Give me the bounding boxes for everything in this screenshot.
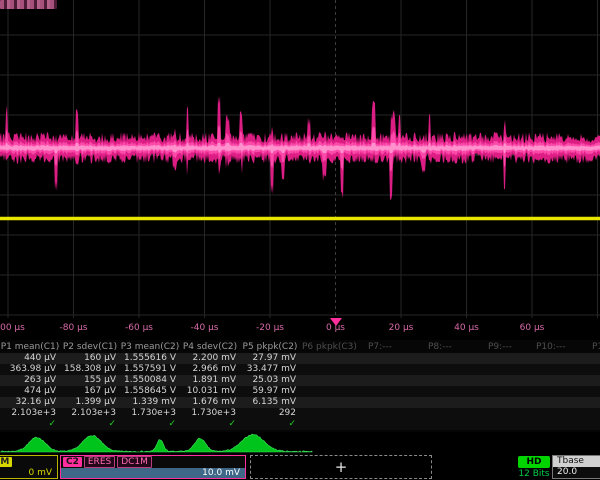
table-cell: 1.730e+3: [120, 408, 180, 419]
table-cell: 32.16 µV: [0, 397, 60, 408]
table-cell: 263 µV: [0, 375, 60, 386]
table-cell: 25.03 mV: [240, 375, 300, 386]
param-header-active[interactable]: P4 sdev(C2): [180, 342, 240, 352]
c1-coupling-badge: DC1M: [0, 457, 12, 467]
table-cell: 2.103e+3: [0, 408, 60, 419]
time-axis-label: -100 µs: [0, 323, 25, 333]
time-axis: -100 µs-80 µs-60 µs-40 µs-20 µs0 µs20 µs…: [0, 318, 600, 340]
table-cell: 1.557591 V: [120, 364, 180, 375]
table-cell: 440 µV: [0, 353, 60, 364]
c2-mode-badge: ERES: [84, 456, 115, 468]
descriptor-bar: DC1M 0 mV C2 ERESDC1M 10.0 mV + HD 12 Bi…: [0, 455, 600, 480]
channel-c1-descriptor[interactable]: DC1M 0 mV: [0, 455, 58, 479]
table-cell: 1.676 mV: [180, 397, 240, 408]
table-cell: 10.031 mV: [180, 386, 240, 397]
timebase-value: 20.0: [553, 467, 600, 478]
status-check-icon: ✓: [120, 419, 180, 430]
table-cell: 1.399 µV: [60, 397, 120, 408]
param-header-inactive[interactable]: P1: [592, 342, 600, 352]
table-row: 32.16 µV1.399 µV1.339 mV1.676 mV6.135 mV: [0, 397, 600, 408]
top-left-badge: [0, 0, 57, 9]
table-cell: 2.103e+3: [60, 408, 120, 419]
table-cell: 363.98 µV: [0, 364, 60, 375]
plus-icon: +: [335, 458, 348, 476]
table-cell: 1.339 mV: [120, 397, 180, 408]
table-cell: 167 µV: [60, 386, 120, 397]
time-axis-label: 20 µs: [389, 323, 414, 333]
table-cell: 474 µV: [0, 386, 60, 397]
time-axis-label: 40 µs: [454, 323, 479, 333]
trend-trace-area: [0, 432, 600, 455]
table-cell: 1.558645 V: [120, 386, 180, 397]
add-trace-button[interactable]: +: [250, 455, 432, 479]
time-axis-label: 60 µs: [520, 323, 545, 333]
param-header-active[interactable]: P1 mean(C1): [0, 342, 60, 352]
c1-scale-value: 0 mV: [0, 468, 57, 478]
table-cell: 1.891 mV: [180, 375, 240, 386]
measurement-table: P1 mean(C1)P2 sdev(C1)P3 mean(C2)P4 sdev…: [0, 340, 600, 432]
table-cell: 292: [240, 408, 300, 419]
channel-c2-descriptor[interactable]: C2 ERESDC1M 10.0 mV: [60, 455, 246, 479]
oscilloscope-screen: -100 µs-80 µs-60 µs-40 µs-20 µs0 µs20 µs…: [0, 0, 600, 480]
table-cell: 155 µV: [60, 375, 120, 386]
status-check-icon: ✓: [180, 419, 240, 430]
status-check-icon: ✓: [240, 419, 300, 430]
timebase-descriptor[interactable]: Tbase 20.0: [552, 455, 600, 479]
table-cell: 2.966 mV: [180, 364, 240, 375]
timebase-label: Tbase: [553, 456, 600, 467]
table-cell: 160 µV: [60, 353, 120, 364]
c2-scale-value: 10.0 mV: [61, 468, 245, 478]
param-header-inactive[interactable]: P8:---: [428, 342, 486, 352]
status-row: ✓✓✓✓✓: [0, 419, 600, 430]
table-cell: 1.550084 V: [120, 375, 180, 386]
table-cell: 1.555616 V: [120, 353, 180, 364]
param-header-inactive[interactable]: P7:---: [368, 342, 426, 352]
resolution-bits-label: 12 Bits: [514, 469, 554, 479]
table-row: 440 µV160 µV1.555616 V2.200 mV27.97 mV: [0, 353, 600, 364]
param-header-active[interactable]: P2 sdev(C1): [60, 342, 120, 352]
waveform-svg: [0, 0, 600, 318]
param-header-inactive[interactable]: P10:---: [536, 342, 594, 352]
c2-mode-badge: DC1M: [117, 456, 152, 468]
table-cell: 27.97 mV: [240, 353, 300, 364]
trend-svg: [0, 432, 600, 455]
table-cell: 33.477 mV: [240, 364, 300, 375]
status-check-icon: ✓: [60, 419, 120, 430]
table-cell: 158.308 µV: [60, 364, 120, 375]
table-row: 2.103e+32.103e+31.730e+31.730e+3292: [0, 408, 600, 419]
time-axis-label: -20 µs: [256, 323, 284, 333]
table-cell: 1.730e+3: [180, 408, 240, 419]
table-row: 363.98 µV158.308 µV1.557591 V2.966 mV33.…: [0, 364, 600, 375]
time-axis-label: -40 µs: [191, 323, 219, 333]
table-row: 474 µV167 µV1.558645 V10.031 mV59.97 mV: [0, 386, 600, 397]
time-axis-label: -80 µs: [60, 323, 88, 333]
trigger-position-marker[interactable]: [330, 318, 342, 326]
table-cell: 6.135 mV: [240, 397, 300, 408]
table-row: 263 µV155 µV1.550084 V1.891 mV25.03 mV: [0, 375, 600, 386]
time-axis-label: -60 µs: [125, 323, 153, 333]
param-header-active[interactable]: P3 mean(C2): [120, 342, 180, 352]
c2-channel-badge: C2: [63, 457, 82, 467]
param-header-inactive[interactable]: P6 pkpk(C3): [302, 342, 360, 352]
table-cell: 2.200 mV: [180, 353, 240, 364]
table-cell: 59.97 mV: [240, 386, 300, 397]
waveform-plot-area[interactable]: [0, 0, 600, 318]
status-check-icon: ✓: [0, 419, 60, 430]
param-header-active[interactable]: P5 pkpk(C2): [240, 342, 300, 352]
hd-mode-badge[interactable]: HD: [518, 456, 550, 468]
